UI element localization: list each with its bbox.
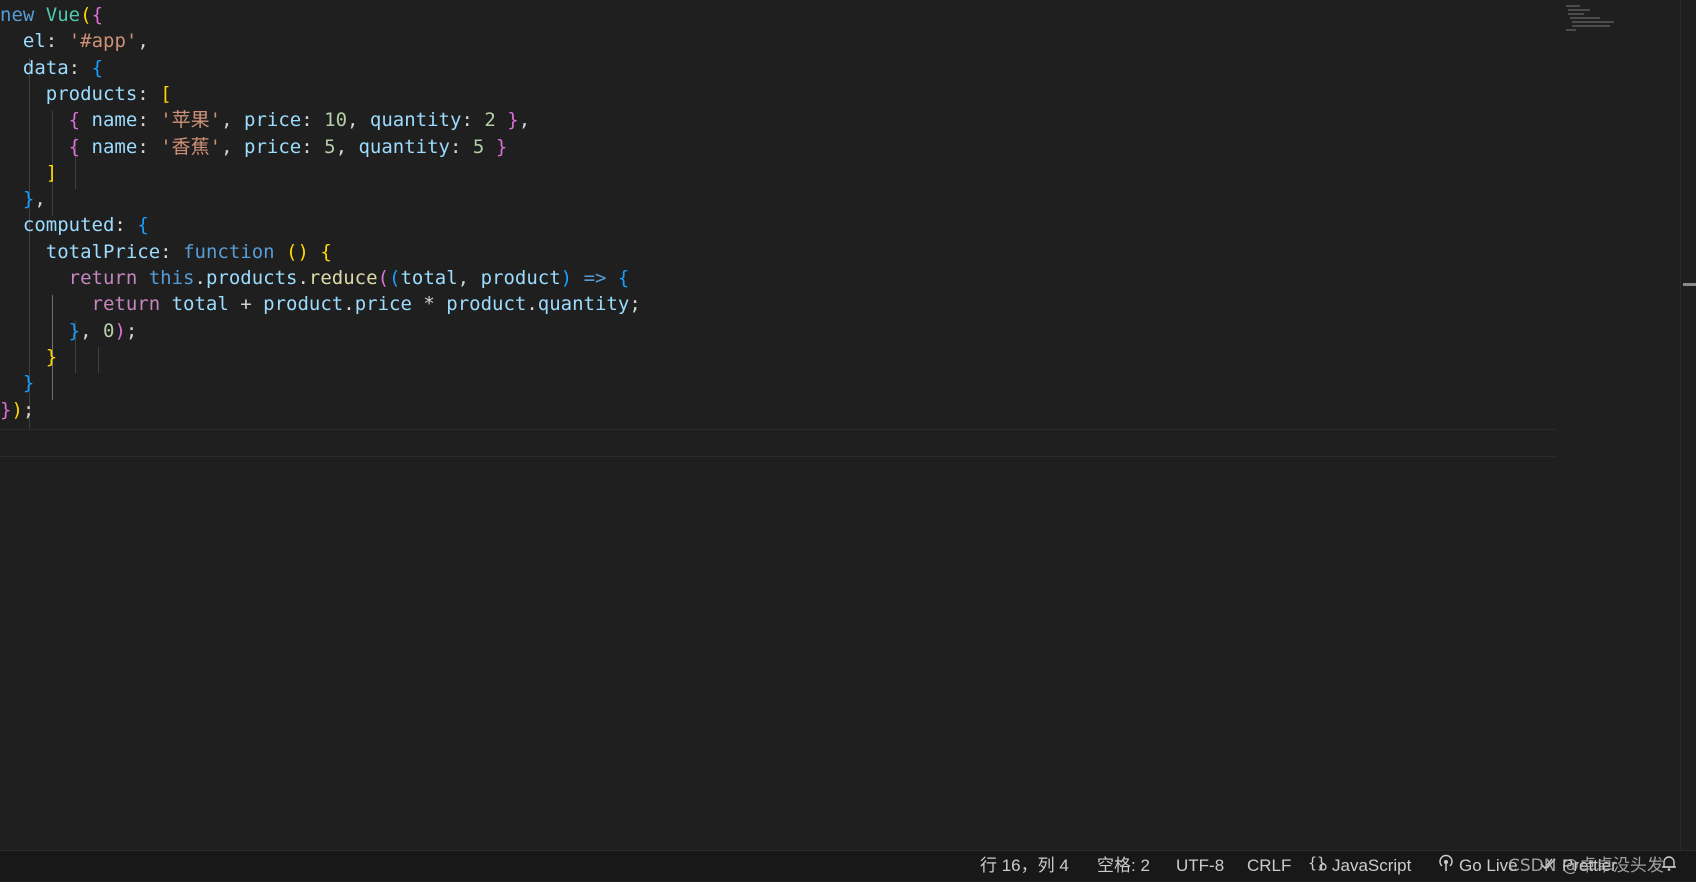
code-line[interactable]: new Vue({ xyxy=(0,1,103,29)
language-mode-label: JavaScript xyxy=(1332,856,1412,875)
code-line[interactable]: }); xyxy=(0,396,34,424)
code-line[interactable]: { name: '苹果', price: 10, quantity: 2 }, xyxy=(0,106,531,134)
minimap-line xyxy=(1572,25,1610,27)
code-line[interactable]: return this.products.reduce((total, prod… xyxy=(0,264,630,292)
broadcast-icon xyxy=(1437,852,1455,882)
current-line-highlight xyxy=(0,429,1556,457)
code-line[interactable]: products: [ xyxy=(0,80,172,108)
code-line[interactable]: return total + product.price * product.q… xyxy=(0,290,641,318)
code-line[interactable]: }, 0); xyxy=(0,317,138,345)
minimap-line xyxy=(1566,5,1580,7)
code-line[interactable]: { name: '香蕉', price: 5, quantity: 5 } xyxy=(0,133,508,161)
code-line[interactable]: ] xyxy=(0,159,57,187)
minimap-line xyxy=(1568,13,1584,15)
language-mode[interactable]: {} JavaScript xyxy=(1308,851,1411,881)
code-line[interactable]: }, xyxy=(0,185,46,213)
status-bar: 行 16，列 4 空格: 2 UTF-8 CRLF {} JavaScript … xyxy=(0,850,1696,881)
code-line[interactable]: data: { xyxy=(0,54,103,82)
code-line[interactable]: } xyxy=(0,343,57,371)
minimap-line xyxy=(1570,17,1600,19)
watermark: CSDN @卓卓没头发 xyxy=(1508,856,1664,876)
minimap[interactable] xyxy=(1560,0,1680,850)
code-editor[interactable]: new Vue({ el: '#app', data: { products: … xyxy=(0,0,1556,850)
code-line[interactable]: } xyxy=(0,369,34,397)
code-line[interactable]: totalPrice: function () { xyxy=(0,238,332,266)
go-live-button[interactable]: Go Live xyxy=(1437,851,1518,881)
scrollbar-thumb[interactable] xyxy=(1683,283,1696,286)
minimap-line xyxy=(1566,29,1576,31)
code-line[interactable]: el: '#app', xyxy=(0,27,149,55)
braces-icon: {} xyxy=(1308,852,1328,882)
code-line[interactable]: computed: { xyxy=(0,211,149,239)
vertical-scrollbar[interactable] xyxy=(1680,0,1696,850)
indentation-setting[interactable]: 空格: 2 xyxy=(1097,851,1150,881)
cursor-position[interactable]: 行 16，列 4 xyxy=(980,851,1069,881)
svg-text:{}: {} xyxy=(1308,854,1326,872)
eol-setting[interactable]: CRLF xyxy=(1247,851,1291,881)
minimap-line xyxy=(1572,21,1614,23)
indent-guide xyxy=(98,347,99,373)
encoding-setting[interactable]: UTF-8 xyxy=(1176,851,1224,881)
minimap-line xyxy=(1568,9,1590,11)
